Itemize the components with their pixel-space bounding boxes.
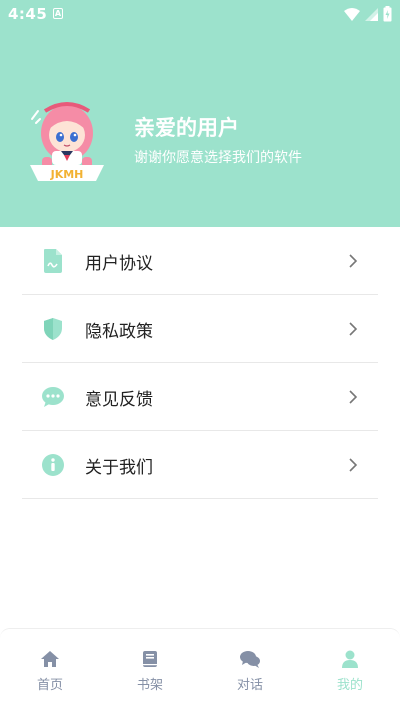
chevron-right-icon (349, 322, 358, 336)
tab-label: 首页 (36, 678, 63, 693)
signal-icon (365, 7, 378, 21)
tab-chat[interactable]: 对话 (200, 629, 300, 712)
menu-item-user-agreement[interactable]: 用户协议 (22, 227, 378, 295)
home-icon (41, 651, 59, 667)
tab-label: 书架 (136, 678, 163, 693)
chevron-right-icon (349, 254, 358, 268)
user-greeting-subtitle: 谢谢你愿意选择我们的软件 (134, 150, 302, 166)
user-icon (342, 650, 358, 668)
menu-item-label: 关于我们 (85, 458, 153, 478)
notification-icon: A (53, 8, 63, 19)
bottom-tab-bar: 首页 书架 对话 我的 (0, 628, 400, 712)
menu-item-feedback[interactable]: 意见反馈 (22, 363, 378, 431)
chevron-right-icon (349, 390, 358, 404)
avatar-logo-text: JKMH (50, 168, 84, 181)
wifi-icon (344, 7, 360, 21)
tab-bookshelf[interactable]: 书架 (100, 629, 200, 712)
avatar: JKMH (30, 102, 104, 181)
battery-icon (383, 6, 392, 22)
status-icons (344, 6, 392, 22)
user-greeting-title: 亲爱的用户 (134, 116, 239, 140)
document-icon (44, 249, 62, 273)
status-bar: 4:45 A (0, 0, 400, 28)
chat-icon (240, 651, 260, 668)
info-icon (42, 454, 64, 476)
menu-item-label: 意见反馈 (85, 390, 153, 410)
shield-icon (44, 318, 62, 340)
tab-label: 对话 (236, 678, 263, 693)
tab-mine[interactable]: 我的 (300, 629, 400, 712)
book-icon (143, 651, 157, 667)
menu-item-label: 用户协议 (85, 254, 153, 274)
menu-item-privacy-policy[interactable]: 隐私政策 (22, 295, 378, 363)
status-time: 4:45 (8, 5, 48, 23)
chat-bubble-icon (42, 387, 64, 407)
tab-home[interactable]: 首页 (0, 629, 100, 712)
profile-header: 4:45 A JKMH 亲爱的用户 谢谢你愿意选择我们的软件 (0, 0, 400, 227)
menu-item-about-us[interactable]: 关于我们 (22, 431, 378, 499)
chevron-right-icon (349, 458, 358, 472)
tab-label: 我的 (336, 678, 363, 693)
menu-item-label: 隐私政策 (85, 322, 153, 342)
